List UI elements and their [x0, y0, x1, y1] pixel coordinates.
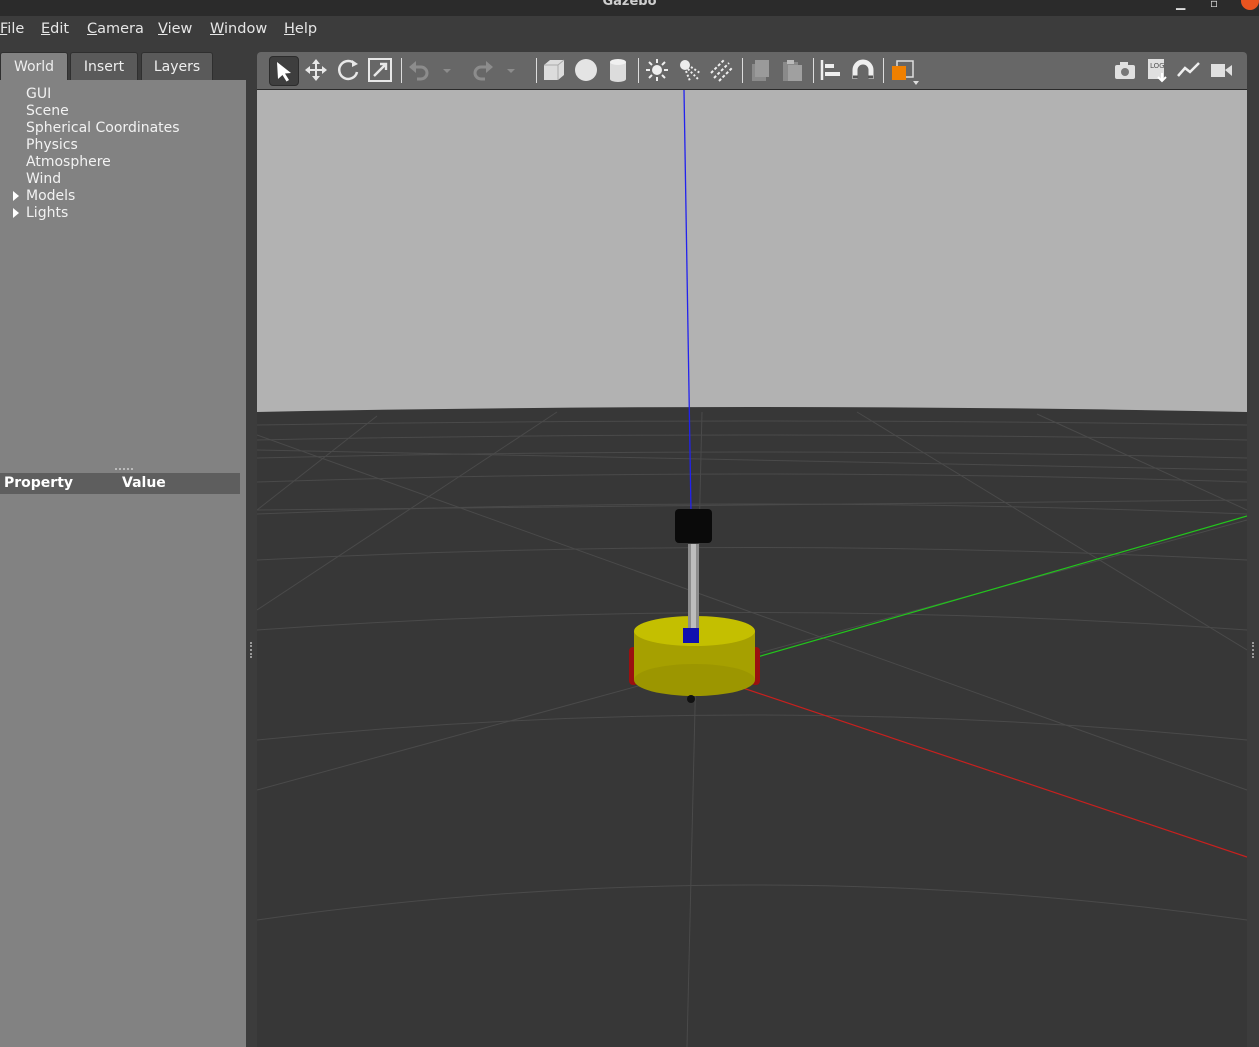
property-header: Property Value — [0, 473, 240, 494]
redo-dropdown-icon[interactable] — [505, 57, 517, 83]
tree-item-spherical-coordinates[interactable]: Spherical Coordinates — [26, 120, 180, 136]
log-label: LOG — [1150, 62, 1165, 70]
spot-light-icon[interactable] — [676, 57, 702, 83]
splitter-grip-icon — [1252, 642, 1256, 658]
cylinder-icon[interactable] — [605, 57, 631, 83]
right-splitter[interactable] — [1247, 52, 1259, 1047]
menu-file[interactable]: File — [0, 21, 24, 37]
menu-view[interactable]: View — [158, 21, 192, 37]
view-angle-icon[interactable] — [889, 57, 923, 85]
directional-light-icon[interactable] — [708, 57, 734, 83]
expand-arrow-icon[interactable] — [13, 208, 19, 218]
splitter-grip-icon — [250, 642, 254, 658]
tree-item-lights[interactable]: Lights — [26, 205, 68, 221]
sphere-icon[interactable] — [573, 57, 599, 83]
tree-item-wind[interactable]: Wind — [26, 171, 61, 187]
tree-item-scene[interactable]: Scene — [26, 103, 69, 119]
maximize-icon[interactable]: ▫ — [1210, 0, 1218, 10]
scale-icon[interactable] — [367, 57, 393, 83]
rotate-icon[interactable] — [335, 57, 361, 83]
scene-render — [257, 90, 1247, 1047]
minimize-icon[interactable]: ▁ — [1176, 0, 1185, 10]
box-icon[interactable] — [541, 57, 567, 83]
menu-bar: File Edit Camera View Window Help — [0, 16, 1259, 46]
tab-world[interactable]: World — [0, 52, 68, 81]
tree-item-gui[interactable]: GUI — [26, 86, 51, 102]
redo-icon[interactable] — [469, 57, 495, 83]
property-column-header: Property — [4, 475, 74, 491]
undo-dropdown-icon[interactable] — [441, 57, 453, 83]
menu-window[interactable]: Window — [210, 21, 267, 37]
menu-help[interactable]: Help — [284, 21, 317, 37]
window-title: Gazebo — [602, 0, 657, 9]
tab-layers[interactable]: Layers — [141, 52, 213, 80]
tree-item-models[interactable]: Models — [26, 188, 75, 204]
tree-item-physics[interactable]: Physics — [26, 137, 78, 153]
align-icon[interactable] — [818, 57, 844, 83]
log-icon[interactable]: LOG — [1144, 57, 1170, 83]
title-bar: Gazebo ▁ ▫ — [0, 0, 1259, 16]
menu-edit[interactable]: Edit — [41, 21, 69, 37]
toolbar: LOG — [257, 52, 1247, 90]
plot-icon[interactable] — [1176, 57, 1202, 83]
scene-viewport[interactable] — [257, 90, 1247, 1047]
left-panel: GUI Scene Spherical Coordinates Physics … — [0, 80, 246, 1047]
tab-insert[interactable]: Insert — [70, 52, 138, 80]
expand-arrow-icon[interactable] — [13, 191, 19, 201]
select-arrow-icon[interactable] — [269, 56, 299, 86]
left-splitter[interactable] — [246, 80, 256, 1047]
screenshot-icon[interactable] — [1112, 57, 1138, 83]
undo-icon[interactable] — [407, 57, 433, 83]
tree-item-atmosphere[interactable]: Atmosphere — [26, 154, 111, 170]
copy-icon[interactable] — [747, 57, 773, 83]
menu-camera[interactable]: Camera — [87, 21, 144, 37]
translate-icon[interactable] — [303, 57, 329, 83]
snap-icon[interactable] — [850, 57, 876, 83]
point-light-icon[interactable] — [644, 57, 670, 83]
video-record-icon[interactable] — [1208, 57, 1234, 83]
paste-icon[interactable] — [779, 57, 805, 83]
value-column-header: Value — [122, 475, 166, 491]
sky — [257, 90, 1247, 412]
panel-resize-grip[interactable] — [115, 468, 133, 472]
